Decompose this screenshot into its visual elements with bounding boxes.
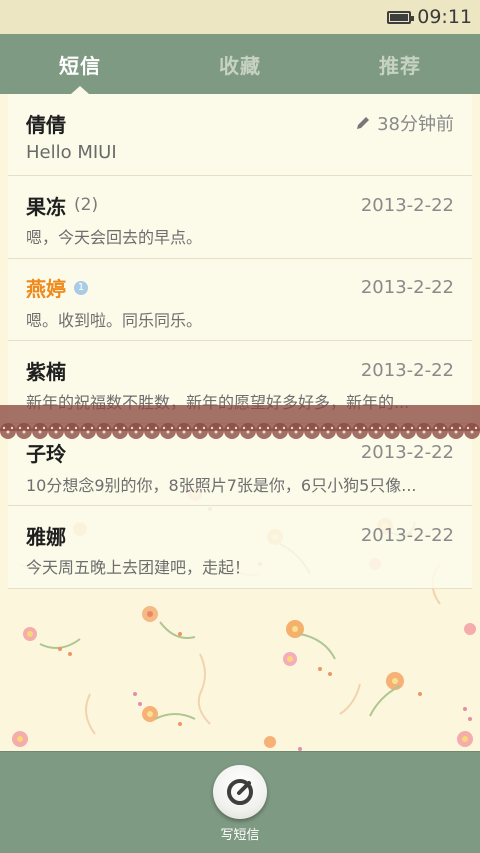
conversation-area: 倩倩 38分钟前 Hello MIUI 果冻 (2) 2013-2-22 嗯，今…	[0, 94, 480, 751]
message-preview: Hello MIUI	[26, 142, 117, 163]
battery-icon	[387, 10, 415, 24]
conversation-time: 2013-2-22	[360, 524, 454, 546]
conversation-time: 2013-2-22	[360, 442, 454, 463]
tab-recommended[interactable]: 推荐	[320, 34, 480, 94]
message-preview: 嗯。收到啦。同乐同乐。	[26, 310, 203, 330]
message-count: (2)	[74, 195, 99, 215]
contact-name: 雅娜	[26, 524, 66, 549]
compose-icon	[227, 779, 253, 805]
unread-badge: 1	[74, 280, 88, 295]
conversation-row[interactable]: 果冻 (2) 2013-2-22 嗯，今天会回去的早点。	[8, 176, 472, 259]
status-bar: 09:11	[0, 0, 480, 34]
contact-name: 果冻	[26, 194, 66, 219]
conversation-list: 倩倩 38分钟前 Hello MIUI 果冻 (2) 2013-2-22 嗯，今…	[8, 94, 472, 589]
tab-bar: 短信 收藏 推荐	[0, 34, 480, 94]
conversation-time: 2013-2-22	[360, 277, 454, 298]
pencil-icon	[357, 117, 370, 129]
bottom-bar: 写短信	[0, 751, 480, 853]
tab-messages[interactable]: 短信	[0, 34, 160, 94]
message-preview: 嗯，今天会回去的早点。	[26, 228, 203, 247]
conversation-row[interactable]: 紫楠 2013-2-22 新年的祝福数不胜数，新年的愿望好多好多，新年的...	[8, 341, 472, 424]
compose-label: 写短信	[220, 828, 260, 843]
conversation-row[interactable]: 子玲 2013-2-22 10分想念9别的你，8张照片7张是你，6只小狗5只像.…	[8, 423, 472, 506]
contact-name: 子玲	[26, 442, 66, 466]
conversation-row[interactable]: 燕婷 1 2013-2-22 嗯。收到啦。同乐同乐。	[8, 258, 472, 341]
conversation-time-text: 38分钟前	[377, 114, 454, 135]
conversation-time: 2013-2-22	[360, 194, 454, 216]
conversation-time: 38分钟前	[355, 110, 454, 136]
contact-name: 紫楠	[26, 359, 66, 384]
message-preview: 10分想念9别的你，8张照片7张是你，6只小狗5只像...	[26, 475, 417, 495]
contact-name: 燕婷	[26, 277, 66, 301]
tab-favorites[interactable]: 收藏	[160, 34, 320, 94]
conversation-time: 2013-2-22	[360, 359, 454, 381]
message-preview: 今天周五晚上去团建吧，走起！	[26, 558, 251, 577]
contact-name: 倩倩	[26, 112, 66, 137]
conversation-row[interactable]: 雅娜 2013-2-22 今天周五晚上去团建吧，走起！	[8, 506, 472, 589]
status-time: 09:11	[417, 6, 472, 28]
message-preview: 新年的祝福数不胜数，新年的愿望好多好多，新年的...	[26, 393, 410, 412]
conversation-row[interactable]: 倩倩 38分钟前 Hello MIUI	[8, 94, 472, 176]
compose-button[interactable]	[213, 765, 267, 819]
